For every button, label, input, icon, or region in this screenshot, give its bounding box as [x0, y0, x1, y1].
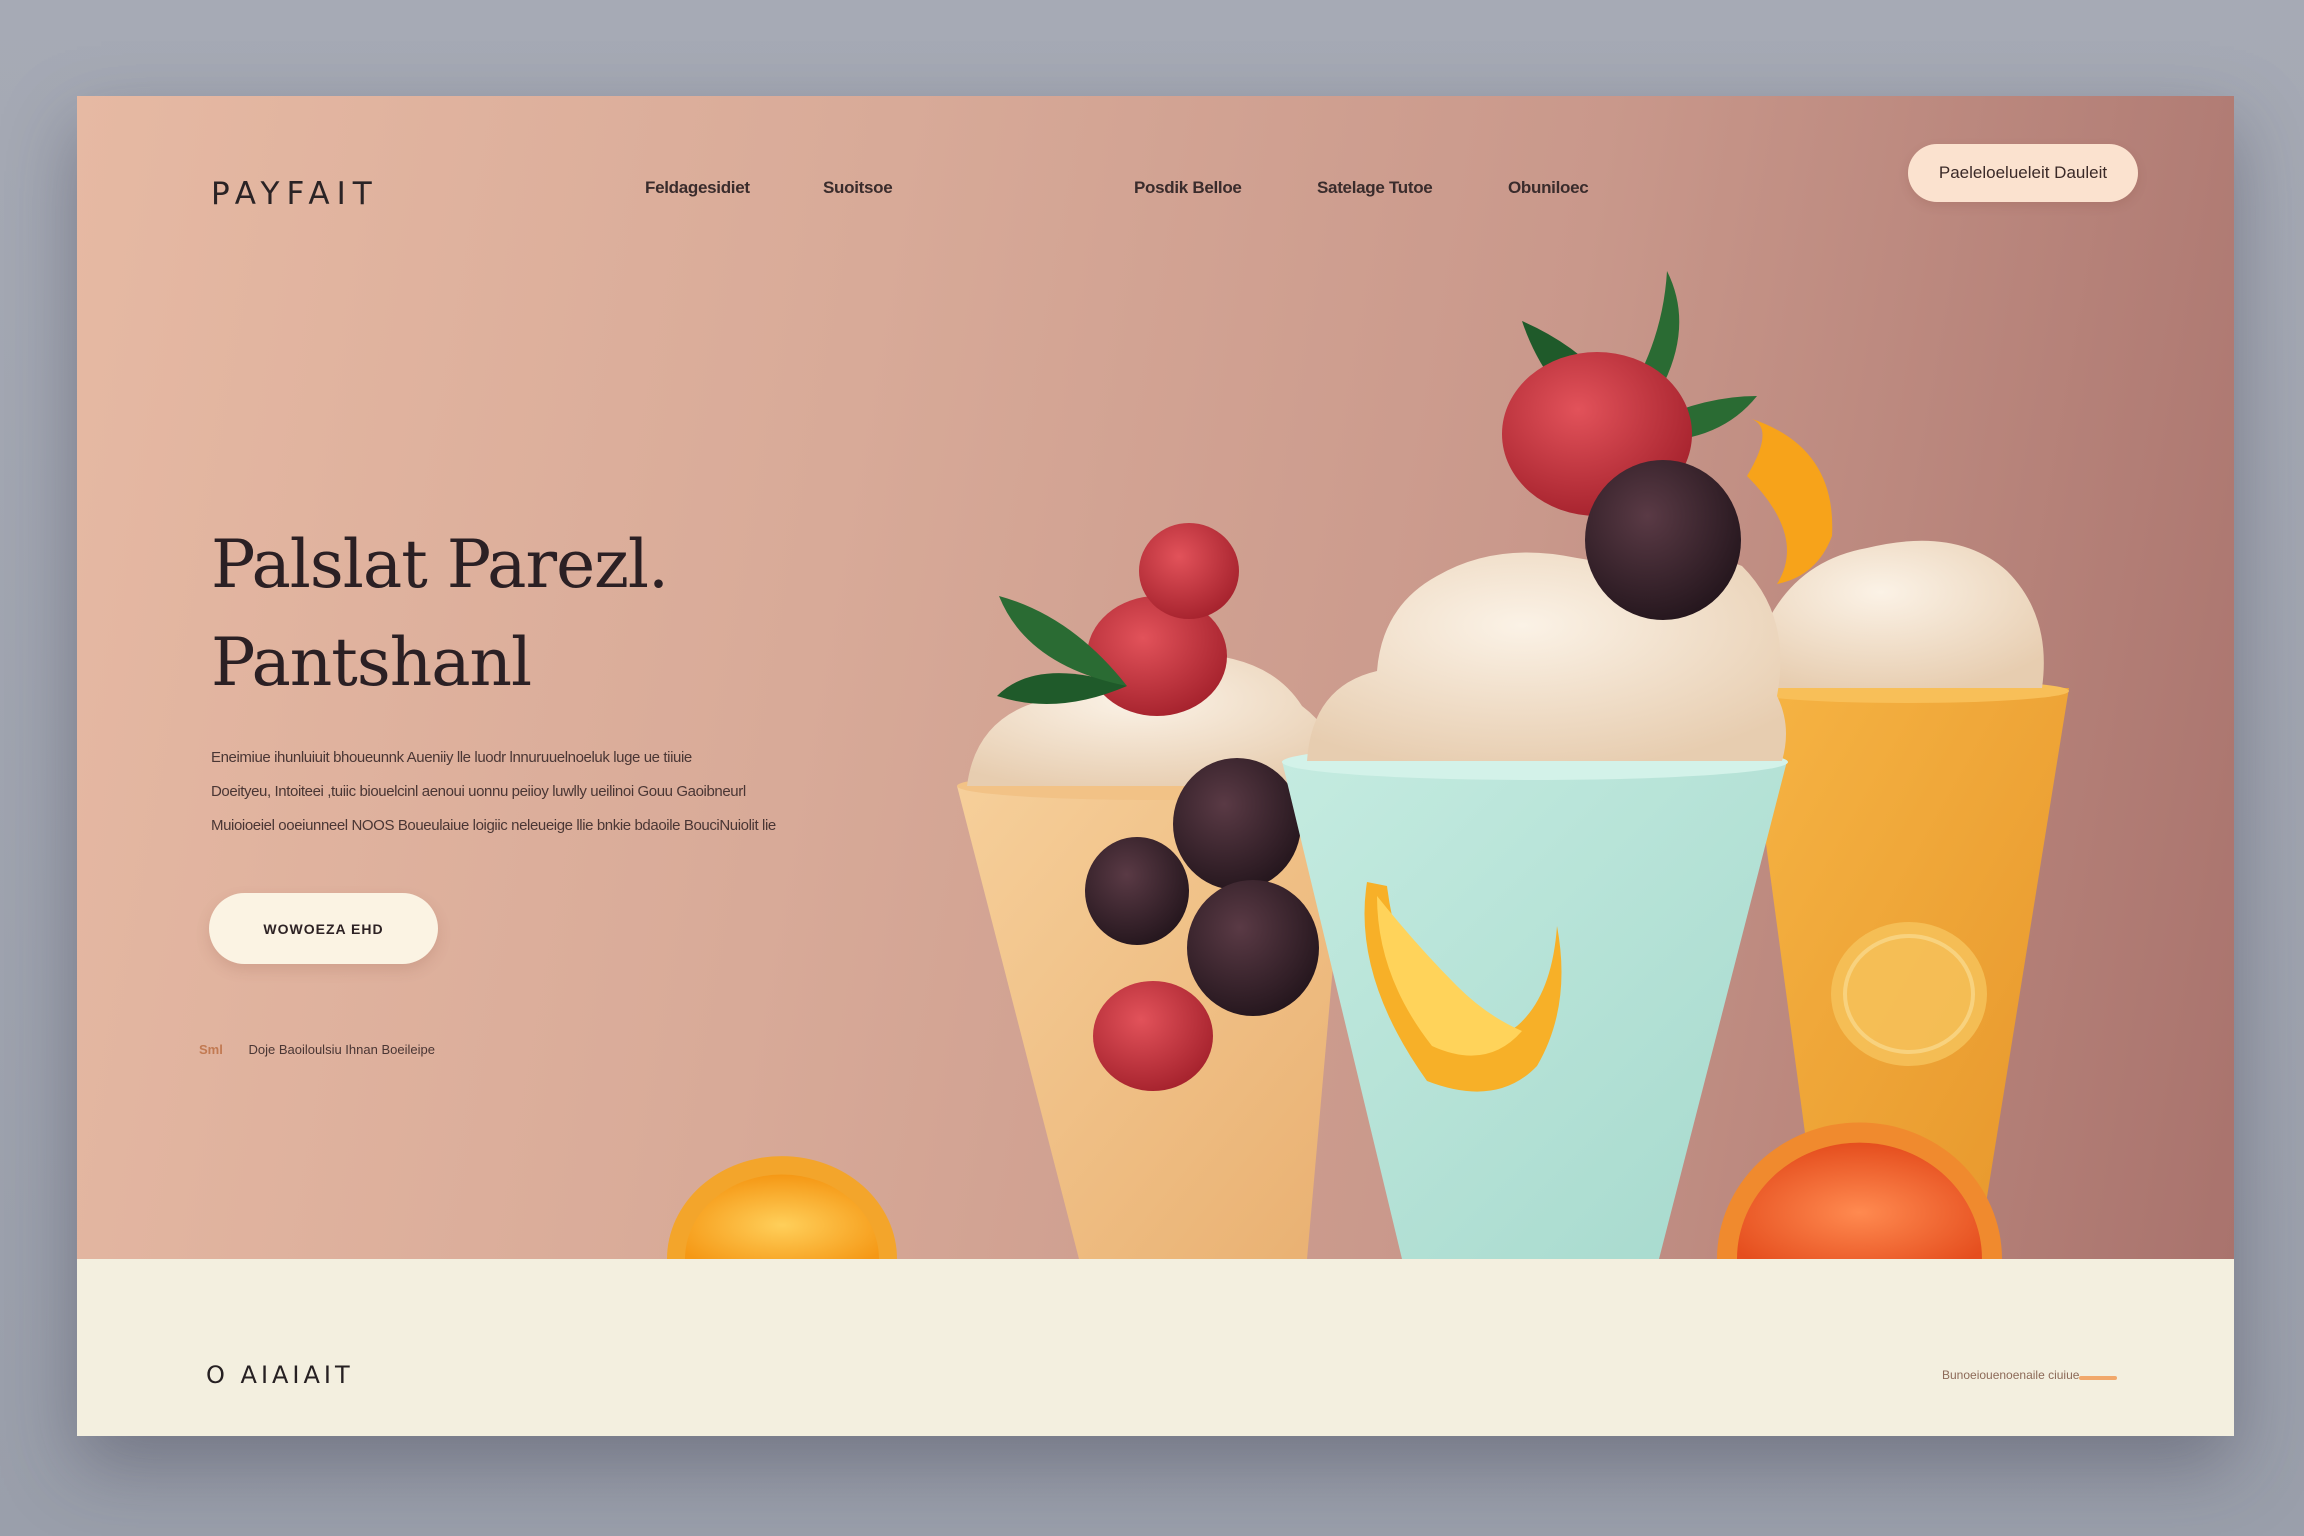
nav-item-1[interactable]: Feldagesidiet [645, 178, 750, 198]
brand-logo[interactable]: PAYFAIT [211, 176, 379, 212]
nav-item-5[interactable]: Obuniloec [1508, 178, 1589, 198]
orange-wedge [1747, 418, 1833, 584]
footer: O AIAIAIT Bunoeiouenoenaile ciuiue [77, 1259, 2234, 1436]
hero-note: Sml Doje Baoiloulsiu Ihnan Boeileipe [199, 1042, 435, 1057]
header-cta-button[interactable]: Paeleloelueleit Dauleit [1908, 144, 2138, 202]
hero-title-line-1: Palslat Parezl. [211, 526, 669, 603]
hero-title: Palslat Parezl. Pantshanl [211, 516, 669, 712]
browser-frame: PAYFAIT Feldagesidiet Suoitsoe Posdik Be… [77, 96, 2234, 1436]
blackberry [1085, 837, 1189, 945]
note-text: Doje Baoiloulsiu Ihnan Boeileipe [248, 1042, 435, 1057]
description-line-3: Muioioeiel ooeiunneel NOOS Boueulaiue lo… [211, 817, 776, 834]
hero-title-line-2: Pantshanl [211, 624, 532, 701]
note-number: Sml [199, 1042, 223, 1057]
nav-item-2[interactable]: Suoitsoe [823, 178, 893, 198]
footer-link-underline [2079, 1376, 2117, 1380]
hero-description: Eneimiue ihunluiuit bhoueunnk Aueniiy ll… [211, 741, 851, 843]
nav-item-4[interactable]: Satelage Tutoe [1317, 178, 1433, 198]
hero-section: PAYFAIT Feldagesidiet Suoitsoe Posdik Be… [77, 96, 2234, 1259]
footer-link[interactable]: Bunoeiouenoenaile ciuiue [1942, 1368, 2079, 1382]
hero-cta-button[interactable]: WOWOEZA EHD [209, 893, 438, 964]
nav-item-3[interactable]: Posdik Belloe [1134, 178, 1242, 198]
footer-logo[interactable]: O AIAIAIT [206, 1361, 354, 1389]
description-line-2: Doeityeu, Intoiteei ,tuiic biouelcinl ae… [211, 783, 746, 800]
description-line-1: Eneimiue ihunluiuit bhoueunnk Aueniiy ll… [211, 749, 692, 766]
